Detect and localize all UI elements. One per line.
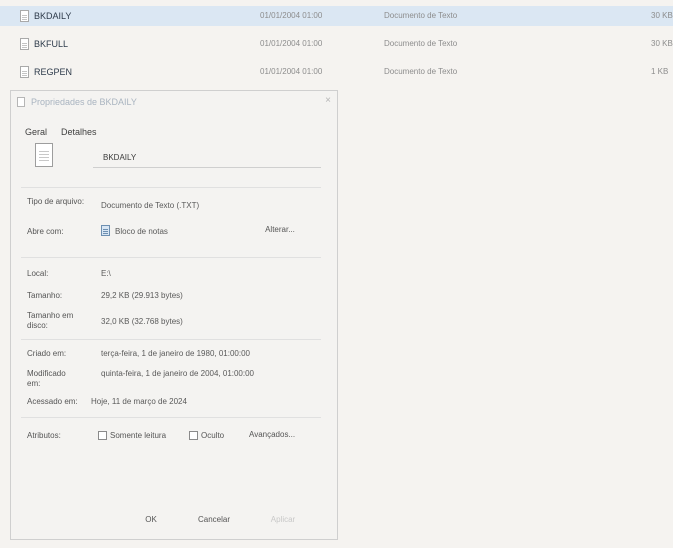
value-created: terça-feira, 1 de janeiro de 1980, 01:00… <box>101 349 250 358</box>
file-size: 30 KB <box>651 11 673 20</box>
ok-button[interactable]: OK <box>126 515 176 524</box>
file-type: Documento de Texto <box>384 11 458 20</box>
divider <box>21 187 321 188</box>
file-row-regpen[interactable]: REGPEN 01/01/2004 01:00 Documento de Tex… <box>0 62 673 82</box>
properties-dialog: Propriedades de BKDAILY × Geral Detalhes… <box>10 90 338 540</box>
label-created: Criado em: <box>27 349 67 358</box>
dialog-titlebar[interactable]: Propriedades de BKDAILY × <box>11 91 337 113</box>
file-name: REGPEN <box>34 67 73 77</box>
label-opens-with: Abre com: <box>27 227 64 236</box>
label-size-on-disk: Tamanho em disco: <box>27 311 74 330</box>
text-file-icon <box>20 66 29 78</box>
file-name: BKDAILY <box>34 11 72 21</box>
file-type: Documento de Texto <box>384 67 458 76</box>
label-size: Tamanho: <box>27 291 63 300</box>
file-name: BKFULL <box>34 39 69 49</box>
advanced-button[interactable]: Avançados... <box>249 430 295 439</box>
text-file-icon <box>20 10 29 22</box>
hidden-label[interactable]: Oculto <box>201 431 224 440</box>
readonly-checkbox[interactable] <box>98 431 107 440</box>
value-size-on-disk: 32,0 KB (32.768 bytes) <box>101 317 183 326</box>
value-location: E:\ <box>101 269 111 278</box>
file-name-field[interactable]: BKDAILY <box>93 147 321 168</box>
value-opens-with: Bloco de notas <box>115 227 168 236</box>
file-row-bkdaily[interactable]: BKDAILY 01/01/2004 01:00 Documento de Te… <box>0 6 673 26</box>
tab-details[interactable]: Detalhes <box>61 127 97 137</box>
cancel-button[interactable]: Cancelar <box>189 515 239 524</box>
dialog-title: Propriedades de BKDAILY <box>31 97 137 107</box>
label-modified: Modificado em: <box>27 369 66 388</box>
file-name-value: BKDAILY <box>103 153 137 162</box>
divider <box>21 417 321 418</box>
file-size: 1 KB <box>651 67 669 76</box>
file-row-bkfull[interactable]: BKFULL 01/01/2004 01:00 Documento de Tex… <box>0 34 673 54</box>
close-icon[interactable]: × <box>325 95 331 106</box>
value-accessed: Hoje, 11 de março de 2024 <box>91 397 187 406</box>
label-location: Local: <box>27 269 49 278</box>
readonly-label[interactable]: Somente leitura <box>110 431 166 440</box>
apply-button[interactable]: Aplicar <box>258 515 308 524</box>
file-modified: 01/01/2004 01:00 <box>260 67 323 76</box>
value-file-type: Documento de Texto (.TXT) <box>101 201 200 210</box>
notepad-icon <box>101 225 110 236</box>
label-file-type: Tipo de arquivo: <box>27 197 85 206</box>
divider <box>21 257 321 258</box>
hidden-checkbox[interactable] <box>189 431 198 440</box>
divider <box>21 339 321 340</box>
file-type-icon <box>35 143 53 167</box>
value-size: 29,2 KB (29.913 bytes) <box>101 291 183 300</box>
label-accessed: Acessado em: <box>27 397 78 406</box>
file-modified: 01/01/2004 01:00 <box>260 11 323 20</box>
tab-general[interactable]: Geral <box>25 127 47 137</box>
value-modified: quinta-feira, 1 de janeiro de 2004, 01:0… <box>101 369 255 378</box>
file-type: Documento de Texto <box>384 39 458 48</box>
text-file-icon <box>17 97 25 107</box>
change-button[interactable]: Alterar... <box>245 221 315 239</box>
file-size: 30 KB <box>651 39 673 48</box>
file-modified: 01/01/2004 01:00 <box>260 39 323 48</box>
label-attributes: Atributos: <box>27 431 61 440</box>
text-file-icon <box>20 38 29 50</box>
